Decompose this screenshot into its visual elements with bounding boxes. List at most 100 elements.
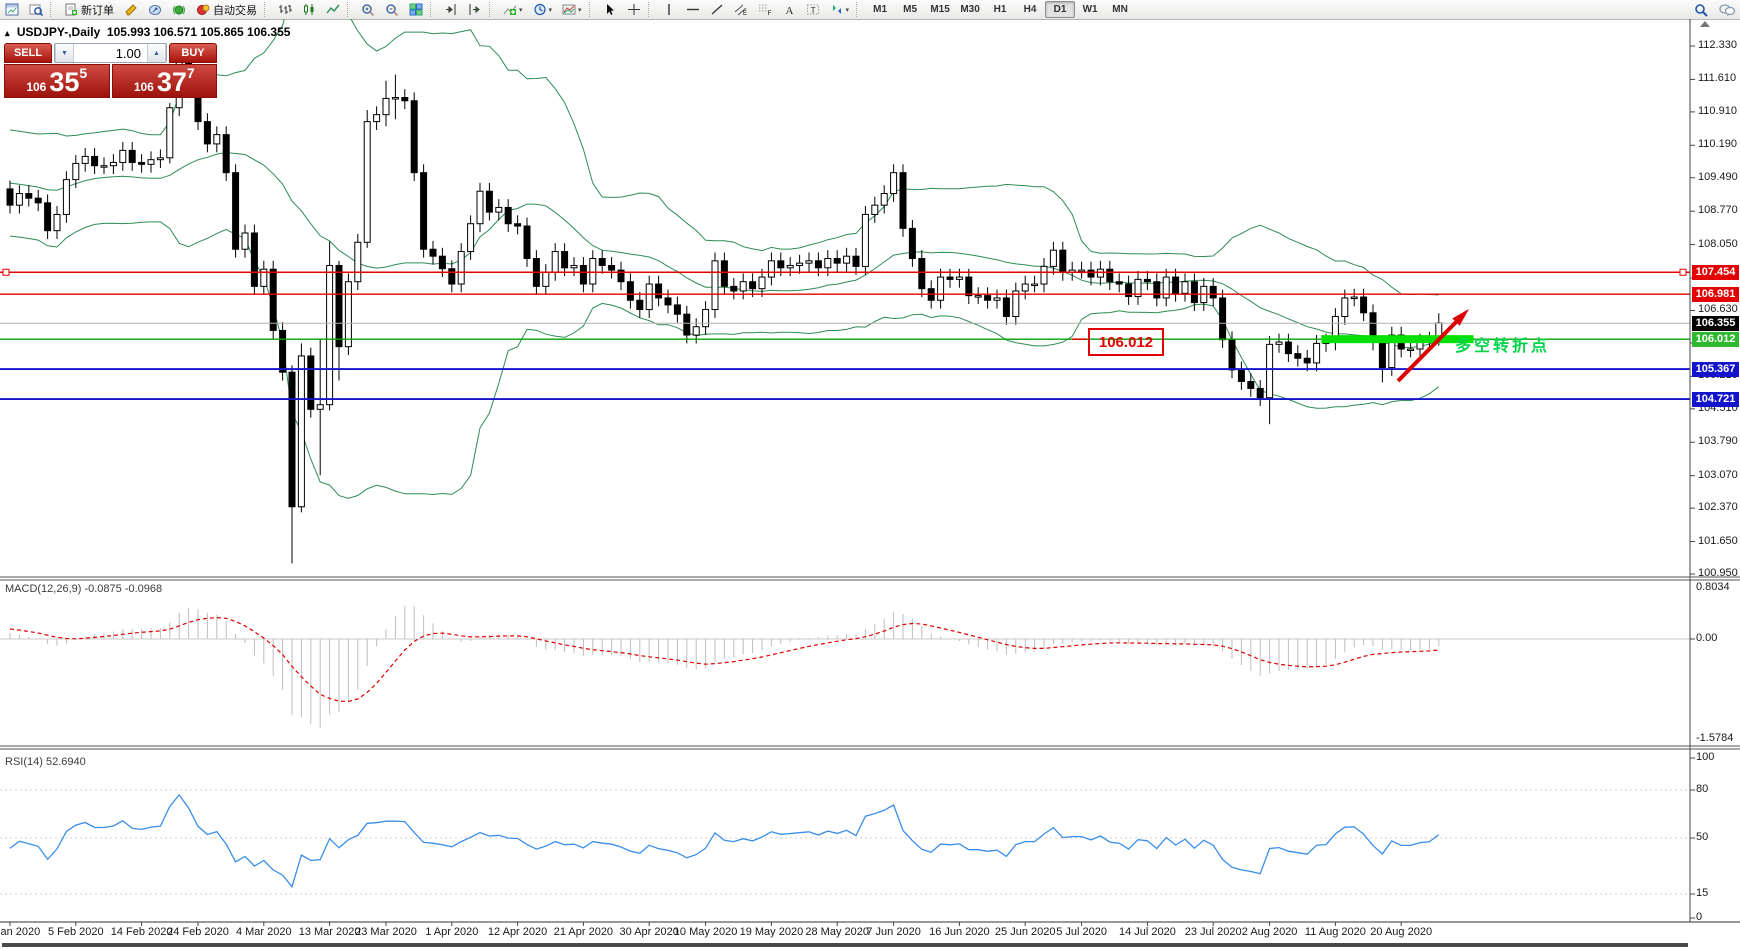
scroll-up-icon[interactable] — [1700, 21, 1710, 27]
terminal-window: 新订单自动交易▾▾▾EFAT▾M1M5M15M30H1H4D1W1MN ▴ US… — [0, 0, 1740, 949]
chevron-down-icon[interactable]: ▾ — [578, 6, 582, 14]
trendline-icon — [710, 3, 724, 16]
chevron-down-icon[interactable]: ▾ — [549, 6, 553, 14]
date-tick-label: 20 Aug 2020 — [1370, 926, 1432, 938]
svg-text:T: T — [810, 5, 815, 15]
autotrading-label: 自动交易 — [213, 2, 257, 18]
date-tick-label: 19 May 2020 — [740, 926, 804, 938]
chevron-down-icon[interactable]: ▾ — [519, 6, 523, 14]
horizontal-line-icon — [686, 3, 700, 16]
candlestick-chart-icon — [302, 3, 316, 16]
arrows-icon — [830, 3, 844, 16]
volume-field[interactable]: ▼ 1.00 ▲ — [54, 43, 167, 63]
chart-area[interactable] — [0, 19, 1740, 949]
timeframe-button-m1[interactable]: M1 — [865, 1, 895, 18]
vertical-line-button[interactable] — [658, 0, 680, 19]
line-handle[interactable] — [1680, 269, 1686, 275]
date-tick-label: 5 Feb 2020 — [48, 926, 104, 938]
price-tick-label: 110.910 — [1698, 105, 1737, 117]
turning-point-note[interactable]: 多空转折点 — [1455, 332, 1550, 356]
crosshair-icon — [627, 3, 641, 16]
crosshair-button[interactable] — [623, 0, 645, 19]
chevron-down-icon[interactable]: ▾ — [846, 6, 850, 14]
arrows-button[interactable]: ▾ — [826, 0, 854, 19]
candlestick-chart-button[interactable] — [298, 0, 320, 19]
rsi-line — [10, 795, 1439, 887]
price-tag-106.981: 106.981 — [1692, 287, 1739, 302]
date-tick-label: 4 Mar 2020 — [236, 926, 292, 938]
timeframe-button-m15[interactable]: M15 — [925, 1, 955, 18]
collapse-panel-icon[interactable]: ▴ — [5, 28, 10, 38]
sell-price-base: 106 — [26, 80, 46, 95]
toolbar-separator — [347, 2, 353, 17]
horizontal-line-button[interactable] — [682, 0, 704, 19]
price-tick-label: 112.330 — [1698, 39, 1737, 51]
periods-button[interactable]: ▾ — [529, 0, 557, 19]
price-tick-label: 106.630 — [1698, 303, 1738, 315]
timeframe-button-h4[interactable]: H4 — [1015, 1, 1045, 18]
toolbar: 新订单 自动交易 ▾ ▾ ▾ EFAT ▾ M1M5M15M30H1H4D1W1MN — [0, 0, 1740, 20]
price-pane[interactable] — [0, 19, 1690, 563]
line-handle[interactable] — [3, 269, 9, 275]
volume-increase-button[interactable]: ▲ — [147, 44, 166, 62]
timeframe-button-m5[interactable]: M5 — [895, 1, 925, 18]
buy-price-button[interactable]: 106 37 7 — [112, 64, 218, 98]
search-button[interactable] — [1690, 0, 1713, 19]
sell-button[interactable]: SELL — [4, 43, 52, 63]
price-callout-box[interactable]: 106.012 — [1088, 328, 1164, 356]
buy-button[interactable]: BUY — [169, 43, 217, 63]
macd-axis-label: -1.5784 — [1696, 732, 1733, 744]
volume-value[interactable]: 1.00 — [74, 44, 147, 62]
rsi-pane[interactable] — [0, 790, 1690, 894]
date-tick-label: 23 Mar 2020 — [355, 926, 417, 938]
templates-button[interactable]: ▾ — [558, 0, 586, 19]
date-axis[interactable]: 27 Jan 20205 Feb 202014 Feb 202024 Feb 2… — [0, 926, 1740, 942]
auto-scroll-button[interactable] — [464, 0, 486, 19]
one-click-trade-panel: SELL ▼ 1.00 ▲ BUY 106 35 5 106 37 7 — [4, 43, 217, 98]
volume-decrease-button[interactable]: ▼ — [55, 44, 74, 62]
indicators-button[interactable]: ▾ — [499, 0, 527, 19]
date-tick-label: 11 Aug 2020 — [1305, 926, 1366, 938]
line-chart-button[interactable] — [322, 0, 344, 19]
timeframe-button-w1[interactable]: W1 — [1075, 1, 1105, 18]
date-tick-label: 24 Feb 2020 — [167, 926, 229, 938]
support-zone-rect[interactable] — [1321, 335, 1473, 343]
metaeditor-icon — [148, 3, 162, 16]
date-tick-label: 1 Apr 2020 — [425, 926, 478, 938]
macd-signal-line — [10, 618, 1439, 702]
metaeditor-button[interactable] — [144, 0, 166, 19]
cursor-button[interactable] — [599, 0, 621, 19]
tile-windows-button[interactable] — [405, 0, 427, 19]
rsi-axis-label: 15 — [1696, 887, 1708, 899]
alerts-button[interactable] — [168, 0, 190, 19]
trendline-button[interactable] — [706, 0, 728, 19]
text-label-button[interactable]: T — [802, 0, 824, 19]
new-chart-button[interactable] — [1, 0, 23, 19]
zoom-out-button[interactable] — [381, 0, 403, 19]
autotrading-button[interactable]: 自动交易 — [192, 0, 261, 19]
fibonacci-button[interactable]: F — [754, 0, 776, 19]
bar-chart-button[interactable] — [274, 0, 296, 19]
timeframe-button-d1[interactable]: D1 — [1045, 1, 1075, 18]
zoom-in-icon — [361, 3, 375, 16]
new-chart-icon — [5, 3, 19, 16]
sell-price-button[interactable]: 106 35 5 — [4, 64, 110, 98]
channel-button[interactable]: E — [730, 0, 752, 19]
chart-shift-button[interactable] — [440, 0, 462, 19]
new-order-button[interactable]: 新订单 — [60, 0, 118, 19]
new-order-icon — [64, 3, 78, 16]
periods-icon — [533, 3, 547, 16]
profiles-button[interactable] — [25, 0, 47, 19]
zoom-out-icon — [385, 3, 399, 16]
text-button[interactable]: A — [778, 0, 800, 19]
timeframe-button-mn[interactable]: MN — [1105, 1, 1135, 18]
chat-button[interactable] — [1715, 0, 1739, 19]
price-tick-label: 110.190 — [1698, 138, 1737, 150]
macd-pane[interactable] — [0, 606, 1690, 728]
text-label-icon: T — [806, 3, 820, 16]
horizontal-scrollbar[interactable] — [2, 943, 1688, 947]
timeframe-button-m30[interactable]: M30 — [955, 1, 985, 18]
terminal-button[interactable] — [120, 0, 142, 19]
zoom-in-button[interactable] — [357, 0, 379, 19]
timeframe-button-h1[interactable]: H1 — [985, 1, 1015, 18]
